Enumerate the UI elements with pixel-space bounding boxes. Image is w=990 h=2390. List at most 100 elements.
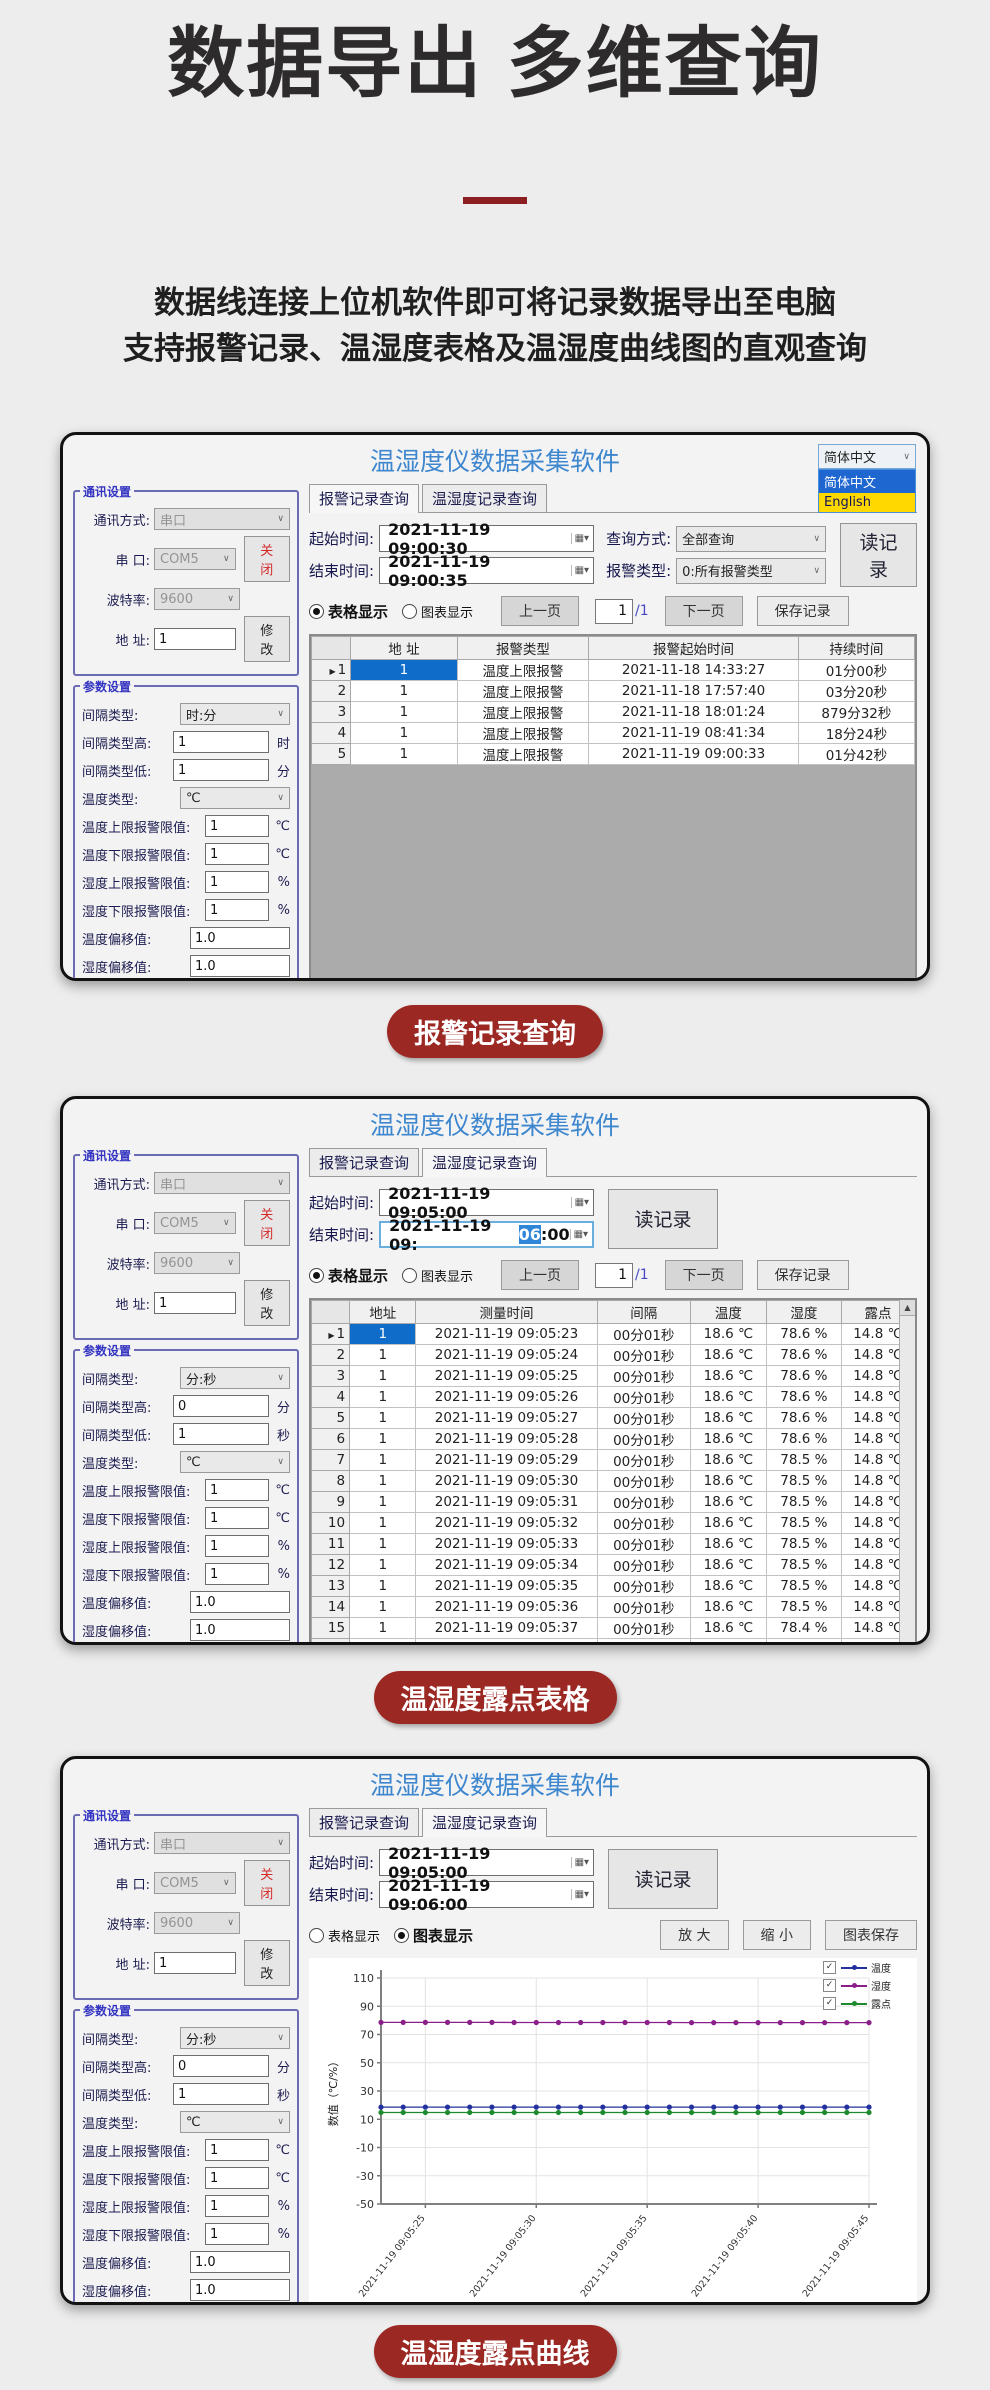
table-scrollbar[interactable]: ▲: [899, 1300, 915, 1645]
temp-lo-input[interactable]: 1: [205, 1507, 269, 1529]
interval-high-input[interactable]: 0: [173, 1395, 269, 1417]
close-port-button[interactable]: 关闭: [244, 1200, 290, 1246]
legend-checkbox-icon[interactable]: ✓: [823, 1997, 836, 2010]
serial-port-select[interactable]: COM5∨: [154, 1212, 236, 1234]
table-row[interactable]: 14 1 2021-11-19 09:05:36 00分01秒 18.6 ℃ 7…: [312, 1597, 915, 1618]
table-row[interactable]: 5 1 温度上限报警 2021-11-19 09:00:33 01分42秒: [312, 744, 915, 765]
col-interval[interactable]: 间隔: [597, 1301, 690, 1324]
table-row[interactable]: 3 1 2021-11-19 09:05:25 00分01秒 18.6 ℃ 78…: [312, 1366, 915, 1387]
col-humidity[interactable]: 湿度: [766, 1301, 841, 1324]
table-row[interactable]: 4 1 温度上限报警 2021-11-19 08:41:34 18分24秒: [312, 723, 915, 744]
table-row[interactable]: 3 1 温度上限报警 2021-11-18 18:01:24 879分32秒: [312, 702, 915, 723]
col-measure-time[interactable]: 测量时间: [416, 1301, 597, 1324]
serial-port-select[interactable]: COM5∨: [154, 1872, 236, 1894]
language-option-zh[interactable]: 简体中文: [819, 470, 915, 493]
hum-offset-input[interactable]: 1.0: [190, 2279, 290, 2301]
address-input[interactable]: 1: [154, 1292, 236, 1314]
table-row[interactable]: 9 1 2021-11-19 09:05:31 00分01秒 18.6 ℃ 78…: [312, 1492, 915, 1513]
comm-mode-select[interactable]: 串口∨: [154, 1832, 290, 1854]
temp-hi-input[interactable]: 1: [205, 815, 269, 837]
temp-type-select[interactable]: ℃∨: [180, 1451, 290, 1473]
interval-high-input[interactable]: 1: [173, 731, 269, 753]
page-number-input[interactable]: 1: [595, 599, 633, 624]
modify-address-button[interactable]: 修改: [244, 1280, 290, 1326]
next-page-button[interactable]: 下一页: [665, 1260, 743, 1290]
calendar-icon[interactable]: ▦▾: [571, 533, 589, 544]
language-dropdown[interactable]: 简体中文 ∨ 简体中文 English: [818, 444, 916, 513]
tab-record-query[interactable]: 温湿度记录查询: [422, 484, 547, 512]
legend-checkbox-icon[interactable]: ✓: [823, 1979, 836, 1992]
tab-alarm-query[interactable]: 报警记录查询: [309, 484, 419, 513]
chart-view-radio[interactable]: [402, 604, 417, 619]
hum-lo-input[interactable]: 1: [205, 899, 269, 921]
address-input[interactable]: 1: [154, 1952, 236, 1974]
tab-alarm-query[interactable]: 报警记录查询: [309, 1148, 419, 1176]
language-option-en[interactable]: English: [819, 493, 915, 512]
col-start-time[interactable]: 报警起始时间: [589, 637, 799, 660]
col-address[interactable]: 地 址: [351, 637, 457, 660]
temp-offset-input[interactable]: 1.0: [190, 927, 290, 949]
col-alarm-type[interactable]: 报警类型: [457, 637, 589, 660]
table-row[interactable]: 15 1 2021-11-19 09:05:37 00分01秒 18.6 ℃ 7…: [312, 1618, 915, 1639]
temp-lo-input[interactable]: 1: [205, 843, 269, 865]
interval-high-input[interactable]: 0: [173, 2055, 269, 2077]
table-row[interactable]: 2 1 2021-11-19 09:05:24 00分01秒 18.6 ℃ 78…: [312, 1345, 915, 1366]
interval-type-select[interactable]: 时:分∨: [180, 703, 290, 725]
tab-record-query[interactable]: 温湿度记录查询: [422, 1808, 547, 1837]
end-time-input[interactable]: 2021-11-19 09:00:35▦▾: [379, 557, 594, 584]
temp-lo-input[interactable]: 1: [205, 2167, 269, 2189]
legend-item[interactable]: ✓温度: [823, 1960, 891, 1975]
table-row[interactable]: 1 1 2021-11-19 09:05:23 00分01秒 18.6 ℃ 78…: [312, 1324, 915, 1345]
read-records-button[interactable]: 读记录: [608, 1849, 718, 1909]
hum-hi-input[interactable]: 1: [205, 2195, 269, 2217]
table-row[interactable]: 1 1 温度上限报警 2021-11-18 14:33:27 01分00秒: [312, 660, 915, 681]
table-row[interactable]: 6 1 2021-11-19 09:05:28 00分01秒 18.6 ℃ 78…: [312, 1429, 915, 1450]
table-row[interactable]: 5 1 2021-11-19 09:05:27 00分01秒 18.6 ℃ 78…: [312, 1408, 915, 1429]
scroll-up-icon[interactable]: ▲: [900, 1300, 915, 1316]
chart-view-radio[interactable]: [402, 1268, 417, 1283]
hum-hi-input[interactable]: 1: [205, 1535, 269, 1557]
end-time-input[interactable]: 2021-11-19 09:06:00▦▾: [379, 1221, 594, 1248]
start-time-input[interactable]: 2021-11-19 09:00:30▦▾: [379, 525, 594, 552]
col-duration[interactable]: 持续时间: [798, 637, 914, 660]
col-temperature[interactable]: 温度: [690, 1301, 766, 1324]
baud-rate-select[interactable]: 9600∨: [154, 588, 240, 610]
table-row[interactable]: 7 1 2021-11-19 09:05:29 00分01秒 18.6 ℃ 78…: [312, 1450, 915, 1471]
page-number-input[interactable]: 1: [595, 1263, 633, 1288]
start-time-input[interactable]: 2021-11-19 09:05:00▦▾: [379, 1189, 594, 1216]
address-input[interactable]: 1: [154, 628, 236, 650]
baud-rate-select[interactable]: 9600∨: [154, 1252, 240, 1274]
col-address[interactable]: 地址: [350, 1301, 416, 1324]
legend-item[interactable]: ✓露点: [823, 1996, 891, 2011]
calendar-icon[interactable]: ▦▾: [571, 1889, 589, 1900]
end-time-input[interactable]: 2021-11-19 09:06:00▦▾: [379, 1881, 594, 1908]
prev-page-button[interactable]: 上一页: [501, 1260, 579, 1290]
table-row[interactable]: 8 1 2021-11-19 09:05:30 00分01秒 18.6 ℃ 78…: [312, 1471, 915, 1492]
table-row[interactable]: 2 1 温度上限报警 2021-11-18 17:57:40 03分20秒: [312, 681, 915, 702]
chart-view-radio[interactable]: [394, 1928, 409, 1943]
save-records-button[interactable]: 保存记录: [757, 1260, 849, 1290]
hum-hi-input[interactable]: 1: [205, 871, 269, 893]
serial-port-select[interactable]: COM5∨: [154, 548, 236, 570]
table-row[interactable]: 16 1 2021-11-19 09:05:38 00分01秒 18.6 ℃ 7…: [312, 1639, 915, 1646]
save-chart-button[interactable]: 图表保存: [825, 1920, 917, 1950]
interval-low-input[interactable]: 1: [173, 759, 269, 781]
temp-hi-input[interactable]: 1: [205, 2139, 269, 2161]
start-time-input[interactable]: 2021-11-19 09:05:00▦▾: [379, 1849, 594, 1876]
temp-offset-input[interactable]: 1.0: [190, 1591, 290, 1613]
hum-lo-input[interactable]: 1: [205, 2223, 269, 2245]
comm-mode-select[interactable]: 串口∨: [154, 508, 290, 530]
interval-type-select[interactable]: 分:秒∨: [180, 1367, 290, 1389]
query-mode-select[interactable]: 全部查询∨: [676, 526, 826, 552]
tab-record-query[interactable]: 温湿度记录查询: [422, 1148, 547, 1177]
temp-type-select[interactable]: ℃∨: [180, 2111, 290, 2133]
interval-type-select[interactable]: 分:秒∨: [180, 2027, 290, 2049]
modify-address-button[interactable]: 修改: [244, 1940, 290, 1986]
close-port-button[interactable]: 关闭: [244, 536, 290, 582]
hum-lo-input[interactable]: 1: [205, 1563, 269, 1585]
zoom-in-button[interactable]: 放 大: [660, 1920, 728, 1950]
table-view-radio[interactable]: [309, 1928, 324, 1943]
calendar-icon[interactable]: ▦▾: [571, 1857, 589, 1868]
comm-mode-select[interactable]: 串口∨: [154, 1172, 290, 1194]
legend-checkbox-icon[interactable]: ✓: [823, 1961, 836, 1974]
